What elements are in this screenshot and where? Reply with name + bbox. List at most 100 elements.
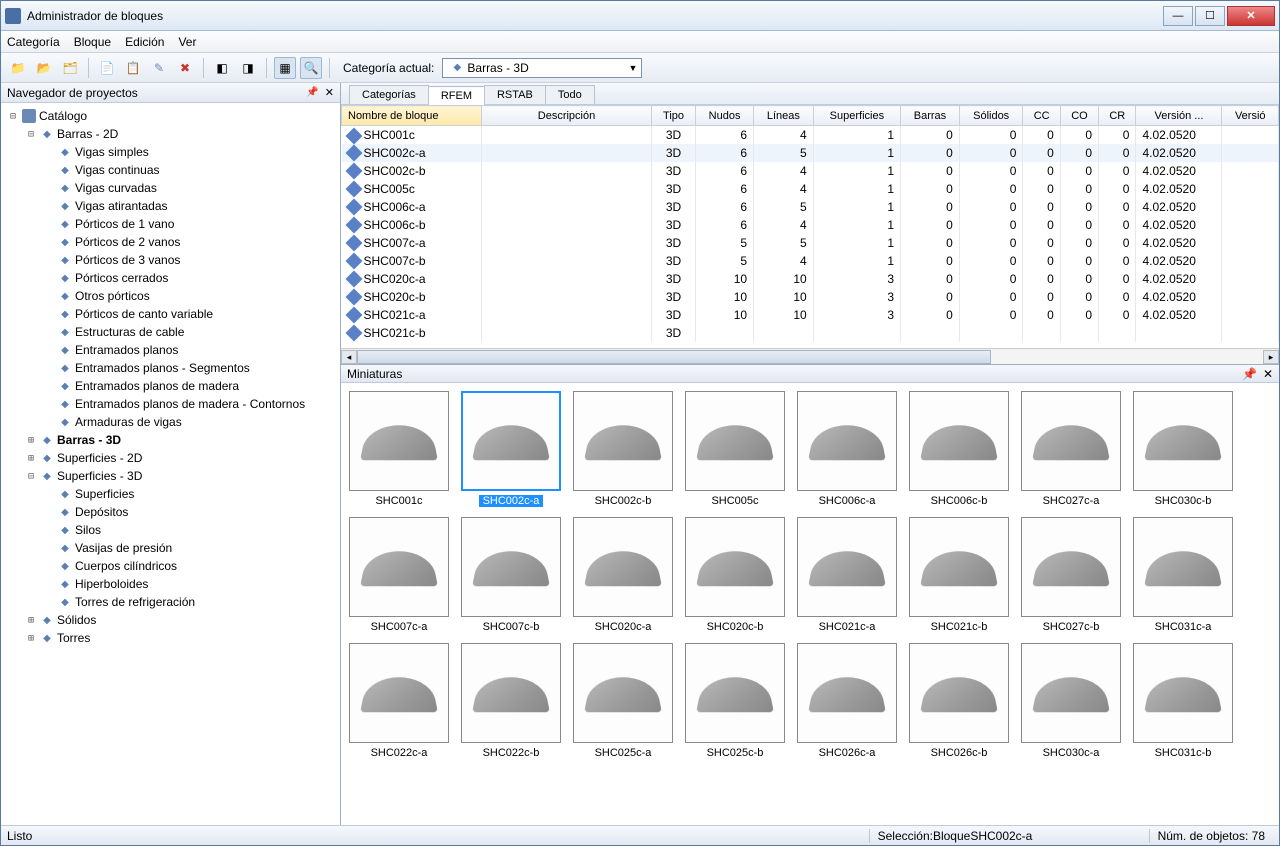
close-panel-icon[interactable]: ✕ (325, 86, 334, 99)
grid-scroll[interactable]: Nombre de bloqueDescripciónTipoNudosLíne… (341, 105, 1279, 348)
tree-item[interactable]: ⊟Catálogo (3, 107, 338, 125)
expand-icon[interactable]: ⊞ (25, 435, 37, 446)
table-row[interactable]: SHC002c-b3D641000004.02.0520 (342, 162, 1279, 180)
thumbnail-item[interactable]: SHC026c-b (909, 643, 1009, 759)
table-row[interactable]: SHC021c-b3D (342, 324, 1279, 342)
tree-item[interactable]: ◆Pórticos de 1 vano (3, 215, 338, 233)
project-tree[interactable]: ⊟Catálogo⊟◆Barras - 2D◆Vigas simples◆Vig… (1, 103, 340, 825)
thumbnail-item[interactable]: SHC006c-a (797, 391, 897, 507)
pin-icon[interactable]: 📌 (306, 87, 318, 98)
column-header[interactable]: Tipo (652, 106, 696, 126)
tree-item[interactable]: ◆Otros pórticos (3, 287, 338, 305)
tree-item[interactable]: ◆Depósitos (3, 503, 338, 521)
thumbnails-area[interactable]: SHC001cSHC002c-aSHC002c-bSHC005cSHC006c-… (341, 383, 1279, 825)
pin-icon[interactable]: 📌 (1242, 367, 1257, 381)
thumbnail-item[interactable]: SHC007c-b (461, 517, 561, 633)
scroll-track[interactable] (357, 350, 1263, 364)
horizontal-scrollbar[interactable]: ◂ ▸ (341, 348, 1279, 364)
column-header[interactable]: Sólidos (959, 106, 1023, 126)
column-header[interactable]: Nudos (696, 106, 754, 126)
tree-item[interactable]: ⊞◆Superficies - 2D (3, 449, 338, 467)
thumbnail-item[interactable]: SHC025c-b (685, 643, 785, 759)
table-row[interactable]: SHC005c3D641000004.02.0520 (342, 180, 1279, 198)
minimize-button[interactable]: — (1163, 6, 1193, 26)
view-detail-icon[interactable]: 🔍 (300, 57, 322, 79)
delete-icon[interactable]: ✖ (174, 57, 196, 79)
category-select[interactable]: ◆ Barras - 3D ▼ (442, 58, 642, 78)
tree-item[interactable]: ◆Entramados planos (3, 341, 338, 359)
folder-props-icon[interactable]: 🗂 (59, 57, 81, 79)
column-header[interactable]: CO (1060, 106, 1098, 126)
thumbnail-item[interactable]: SHC005c (685, 391, 785, 507)
tree-item[interactable]: ◆Vigas continuas (3, 161, 338, 179)
thumbnail-item[interactable]: SHC022c-a (349, 643, 449, 759)
table-row[interactable]: SHC006c-a3D651000004.02.0520 (342, 198, 1279, 216)
tree-item[interactable]: ◆Armaduras de vigas (3, 413, 338, 431)
tree-item[interactable]: ◆Torres de refrigeración (3, 593, 338, 611)
copy-icon[interactable]: 📄 (96, 57, 118, 79)
expand-icon[interactable]: ⊞ (25, 453, 37, 464)
edit-icon[interactable]: ✎ (148, 57, 170, 79)
tree-item[interactable]: ◆Pórticos de 3 vanos (3, 251, 338, 269)
tab-todo[interactable]: Todo (545, 85, 595, 104)
column-header[interactable]: Nombre de bloque (342, 106, 482, 126)
tree-item[interactable]: ◆Estructuras de cable (3, 323, 338, 341)
table-row[interactable]: SHC001c3D641000004.02.0520 (342, 126, 1279, 144)
column-header[interactable]: Descripción (482, 106, 652, 126)
expand-icon[interactable]: ⊟ (25, 129, 37, 140)
menu-bloque[interactable]: Bloque (74, 35, 111, 49)
column-header[interactable]: Líneas (754, 106, 814, 126)
tree-item[interactable]: ◆Pórticos de 2 vanos (3, 233, 338, 251)
thumbnail-item[interactable]: SHC027c-a (1021, 391, 1121, 507)
expand-icon[interactable]: ⊟ (25, 471, 37, 482)
tree-item[interactable]: ⊞◆Sólidos (3, 611, 338, 629)
table-row[interactable]: SHC007c-b3D541000004.02.0520 (342, 252, 1279, 270)
column-header[interactable]: Barras (901, 106, 960, 126)
table-row[interactable]: SHC020c-b3D10103000004.02.0520 (342, 288, 1279, 306)
thumbnail-item[interactable]: SHC002c-b (573, 391, 673, 507)
tree-item[interactable]: ◆Superficies (3, 485, 338, 503)
tree-item[interactable]: ◆Vigas curvadas (3, 179, 338, 197)
menu-edición[interactable]: Edición (125, 35, 164, 49)
thumbnail-item[interactable]: SHC026c-a (797, 643, 897, 759)
thumbnail-item[interactable]: SHC006c-b (909, 391, 1009, 507)
tool-b-icon[interactable]: ◨ (237, 57, 259, 79)
tree-item[interactable]: ◆Entramados planos - Segmentos (3, 359, 338, 377)
expand-icon[interactable]: ⊞ (25, 633, 37, 644)
tree-item[interactable]: ⊞◆Barras - 3D (3, 431, 338, 449)
thumbnail-item[interactable]: SHC007c-a (349, 517, 449, 633)
thumbnail-item[interactable]: SHC001c (349, 391, 449, 507)
tree-item[interactable]: ⊟◆Superficies - 3D (3, 467, 338, 485)
tree-item[interactable]: ◆Entramados planos de madera - Contornos (3, 395, 338, 413)
tree-item[interactable]: ◆Vasijas de presión (3, 539, 338, 557)
thumbnail-item[interactable]: SHC025c-a (573, 643, 673, 759)
thumbnail-item[interactable]: SHC002c-a (461, 391, 561, 507)
scroll-left-icon[interactable]: ◂ (341, 350, 357, 364)
table-row[interactable]: SHC007c-a3D551000004.02.0520 (342, 234, 1279, 252)
thumbnail-item[interactable]: SHC030c-a (1021, 643, 1121, 759)
folder-new-icon[interactable]: 📁 (7, 57, 29, 79)
folder-open-icon[interactable]: 📂 (33, 57, 55, 79)
thumbnail-item[interactable]: SHC021c-b (909, 517, 1009, 633)
tree-item[interactable]: ◆Silos (3, 521, 338, 539)
column-header[interactable]: CC (1023, 106, 1060, 126)
column-header[interactable]: Versió (1222, 106, 1279, 126)
thumbnail-item[interactable]: SHC020c-b (685, 517, 785, 633)
table-row[interactable]: SHC021c-a3D10103000004.02.0520 (342, 306, 1279, 324)
expand-icon[interactable]: ⊟ (7, 111, 19, 122)
tool-a-icon[interactable]: ◧ (211, 57, 233, 79)
tree-item[interactable]: ⊞◆Torres (3, 629, 338, 647)
thumbnail-item[interactable]: SHC022c-b (461, 643, 561, 759)
maximize-button[interactable]: ☐ (1195, 6, 1225, 26)
table-row[interactable]: SHC020c-a3D10103000004.02.0520 (342, 270, 1279, 288)
tree-item[interactable]: ◆Vigas atirantadas (3, 197, 338, 215)
close-panel-icon[interactable]: ✕ (1263, 367, 1273, 381)
close-button[interactable]: ✕ (1227, 6, 1275, 26)
table-row[interactable]: SHC006c-b3D641000004.02.0520 (342, 216, 1279, 234)
table-row[interactable]: SHC002c-a3D651000004.02.0520 (342, 144, 1279, 162)
tab-categorías[interactable]: Categorías (349, 85, 429, 104)
thumbnail-item[interactable]: SHC020c-a (573, 517, 673, 633)
tab-rstab[interactable]: RSTAB (484, 85, 546, 104)
tree-item[interactable]: ◆Vigas simples (3, 143, 338, 161)
tab-rfem[interactable]: RFEM (428, 86, 485, 105)
